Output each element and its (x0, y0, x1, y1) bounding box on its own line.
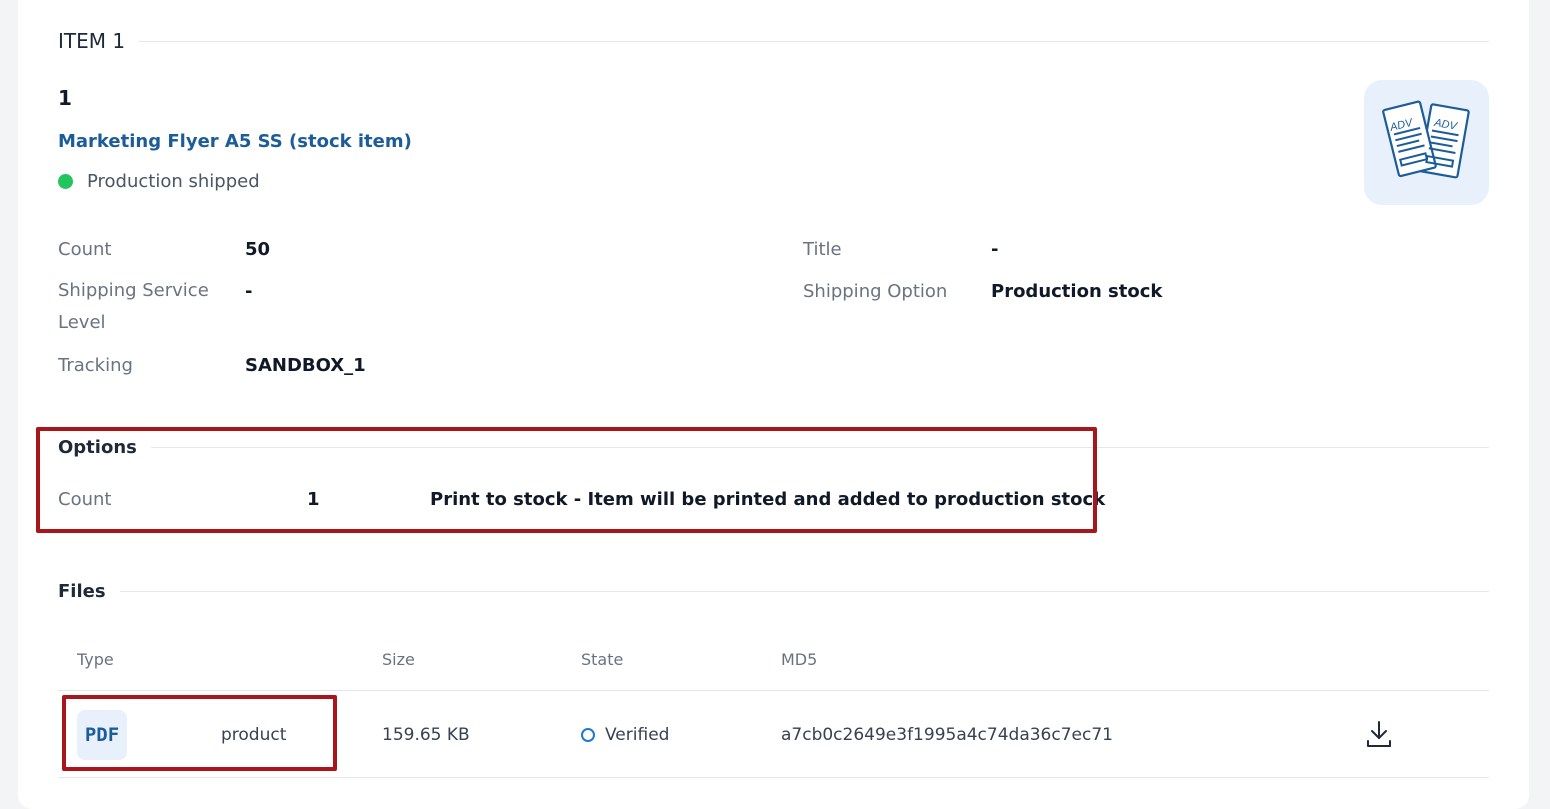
file-state: Verified (581, 725, 669, 745)
item-header-label: ITEM 1 (58, 29, 126, 53)
count-value: 50 (245, 239, 271, 260)
tracking-value: SANDBOX_1 (245, 355, 366, 376)
verified-icon (581, 728, 595, 742)
table-row-divider (58, 777, 1489, 778)
file-state-text: Verified (605, 725, 670, 745)
item-number: 1 (58, 86, 72, 110)
options-title: Options (58, 437, 137, 458)
options-description: Print to stock - Item will be printed an… (430, 489, 1106, 510)
options-header: Options (58, 437, 1489, 458)
status-badge: Production shipped (58, 171, 260, 192)
options-count-value: 1 (307, 489, 320, 510)
options-count-label: Count (58, 489, 112, 510)
title-label: Title (803, 239, 842, 260)
file-type-name: product (221, 725, 287, 745)
status-text: Production shipped (87, 171, 260, 192)
file-md5: a7cb0c2649e3f1995a4c74da36c7ec71 (781, 725, 1113, 745)
pdf-file-icon: PDF (77, 710, 127, 760)
product-thumbnail: ADV ADV (1364, 80, 1489, 205)
item-card: ITEM 1 1 Marketing Flyer A5 SS (stock it… (18, 0, 1529, 809)
item-header: ITEM 1 (58, 29, 1489, 53)
shipping-service-level-value: - (245, 281, 253, 302)
download-icon (1367, 721, 1391, 747)
files-title: Files (58, 581, 106, 602)
options-divider (150, 447, 1489, 448)
files-divider (119, 591, 1489, 592)
shipping-service-level-label: Shipping Service Level (58, 280, 209, 333)
adv-flyer-icon: ADV ADV (1381, 100, 1470, 178)
column-header-md5: MD5 (781, 650, 818, 669)
files-header: Files (58, 581, 1489, 602)
item-header-divider (139, 40, 1489, 42)
column-header-size: Size (382, 650, 415, 669)
count-label: Count (58, 239, 112, 260)
status-dot-icon (58, 174, 73, 189)
download-button[interactable] (1365, 719, 1393, 749)
tracking-label: Tracking (58, 355, 133, 376)
product-link[interactable]: Marketing Flyer A5 SS (stock item) (58, 131, 412, 152)
column-header-state: State (581, 650, 624, 669)
table-header-divider (58, 690, 1489, 691)
file-size: 159.65 KB (382, 725, 470, 745)
title-value: - (991, 239, 999, 260)
column-header-type: Type (77, 650, 114, 669)
shipping-option-label: Shipping Option (803, 281, 948, 302)
shipping-option-value: Production stock (991, 281, 1163, 302)
